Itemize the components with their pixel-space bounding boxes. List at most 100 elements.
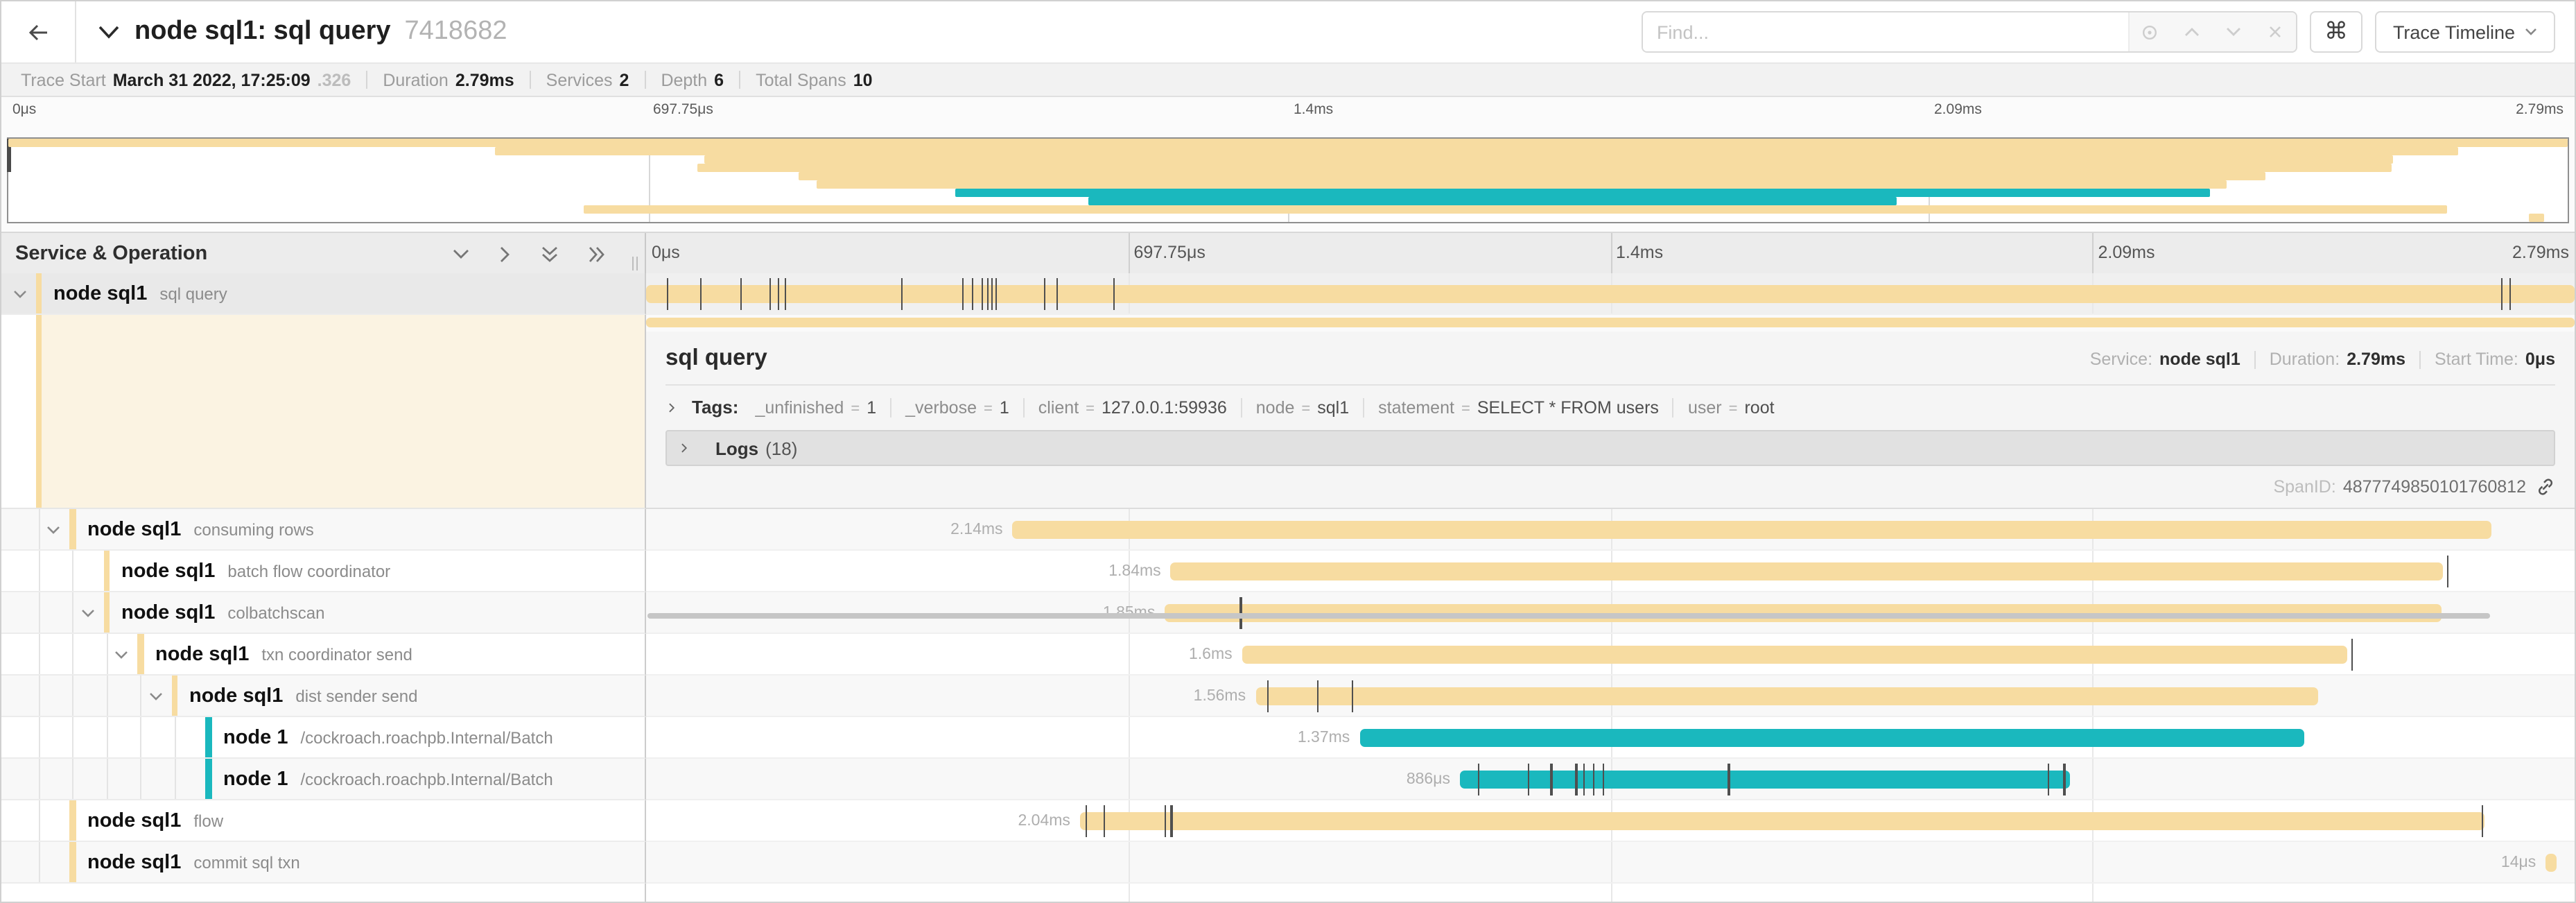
overview-canvas[interactable] <box>7 137 2569 223</box>
log-marker[interactable] <box>769 277 771 309</box>
log-marker[interactable] <box>700 277 702 309</box>
span-name-cell[interactable]: node sql1consuming rows <box>1 509 646 551</box>
span-row[interactable]: node sql1flow2.04ms <box>1 800 2575 842</box>
chevron-down-icon[interactable] <box>97 24 121 40</box>
span-row[interactable]: node sql1commit sql txn14μs <box>1 842 2575 884</box>
log-marker[interactable] <box>1171 805 1172 836</box>
locate-icon[interactable] <box>2130 12 2171 51</box>
span-bar[interactable] <box>646 284 2575 302</box>
log-marker[interactable] <box>962 277 964 309</box>
log-marker[interactable] <box>1103 805 1104 836</box>
span-bar[interactable] <box>1255 687 2318 705</box>
span-bar-cell[interactable]: 1.37ms <box>646 717 2575 759</box>
span-row[interactable]: node sql1txn coordinator send1.6ms <box>1 634 2575 676</box>
log-marker[interactable] <box>2351 638 2352 670</box>
log-marker[interactable] <box>1113 277 1114 309</box>
collapse-chevron-icon[interactable] <box>114 648 129 660</box>
log-marker[interactable] <box>1603 763 1604 795</box>
back-button[interactable] <box>1 1 76 62</box>
log-marker[interactable] <box>972 277 973 309</box>
log-marker[interactable] <box>995 277 997 309</box>
tag-item[interactable]: statement=SELECT * FROM users <box>1378 397 1659 417</box>
log-marker[interactable] <box>777 277 778 309</box>
span-bar[interactable] <box>1080 811 2484 829</box>
span-bar-cell[interactable]: 2.14ms <box>646 509 2575 551</box>
span-name-cell[interactable]: node sql1batch flow coordinator <box>1 551 646 592</box>
tag-item[interactable]: _unfinished=1 <box>755 397 876 417</box>
log-marker[interactable] <box>1728 763 1730 795</box>
tags-accordion[interactable]: Tags:_unfinished=1_verbose=1client=127.0… <box>665 397 2555 418</box>
span-row[interactable]: node 1/cockroach.roachpb.Internal/Batch8… <box>1 759 2575 800</box>
column-resizer-grip[interactable] <box>632 257 638 270</box>
span-bar[interactable] <box>1242 645 2347 663</box>
copy-link-icon[interactable] <box>2536 477 2555 497</box>
collapse-all-icon[interactable] <box>541 245 559 263</box>
span-row[interactable]: node sql1sql query <box>1 273 2575 315</box>
log-marker[interactable] <box>1240 596 1242 628</box>
expand-one-icon[interactable] <box>499 245 512 263</box>
span-row[interactable]: node sql1dist sender send1.56ms <box>1 676 2575 717</box>
span-bar[interactable] <box>1359 728 2304 746</box>
span-row[interactable]: node sql1batch flow coordinator1.84ms <box>1 551 2575 592</box>
log-marker[interactable] <box>1576 763 1577 795</box>
span-name-cell[interactable]: node sql1colbatchscan <box>1 592 646 634</box>
tag-item[interactable]: _verbose=1 <box>905 397 1009 417</box>
collapse-chevron-icon[interactable] <box>148 690 163 701</box>
span-name-cell[interactable]: node sql1sql query <box>1 273 646 315</box>
span-bar-cell[interactable]: 886μs <box>646 759 2575 800</box>
log-marker[interactable] <box>900 277 902 309</box>
view-selector-button[interactable]: Trace Timeline <box>2375 11 2555 53</box>
log-marker[interactable] <box>1317 680 1319 712</box>
log-marker[interactable] <box>982 277 983 309</box>
keyboard-shortcuts-button[interactable]: ⌘ <box>2310 11 2362 53</box>
span-bar[interactable] <box>2545 853 2557 871</box>
span-name-cell[interactable]: node sql1txn coordinator send <box>1 634 646 676</box>
log-marker[interactable] <box>1043 277 1045 309</box>
span-row[interactable]: node 1/cockroach.roachpb.Internal/Batch1… <box>1 717 2575 759</box>
horizontal-scrollbar[interactable] <box>647 613 2490 619</box>
log-marker[interactable] <box>1583 763 1585 795</box>
search-input[interactable] <box>1643 12 2128 51</box>
log-marker[interactable] <box>2064 763 2065 795</box>
span-name-cell[interactable]: node sql1dist sender send <box>1 676 646 717</box>
log-marker[interactable] <box>1057 277 1059 309</box>
next-match-button[interactable] <box>2213 12 2254 51</box>
log-marker[interactable] <box>2509 277 2510 309</box>
span-bar-cell[interactable]: 1.84ms <box>646 551 2575 592</box>
clear-search-button[interactable] <box>2254 12 2296 51</box>
log-marker[interactable] <box>1551 763 1552 795</box>
log-marker[interactable] <box>1165 805 1166 836</box>
log-marker[interactable] <box>1086 805 1087 836</box>
log-marker[interactable] <box>2447 555 2448 587</box>
collapse-chevron-icon[interactable] <box>46 524 61 535</box>
span-bar-cell[interactable]: 1.56ms <box>646 676 2575 717</box>
trace-title-group[interactable]: node sql1: sql query 7418682 <box>97 17 507 47</box>
prev-match-button[interactable] <box>2171 12 2213 51</box>
collapse-chevron-icon[interactable] <box>12 288 27 299</box>
log-marker[interactable] <box>991 277 993 309</box>
span-name-cell[interactable]: node sql1flow <box>1 800 646 842</box>
log-marker[interactable] <box>2501 277 2503 309</box>
log-marker[interactable] <box>1477 763 1479 795</box>
tag-item[interactable]: client=127.0.0.1:59936 <box>1038 397 1227 417</box>
span-bar-cell[interactable]: 1.6ms <box>646 634 2575 676</box>
span-bar-cell[interactable] <box>646 273 2575 315</box>
span-bar[interactable] <box>1013 520 2492 538</box>
tag-item[interactable]: user=root <box>1688 397 1775 417</box>
span-name-cell[interactable]: node 1/cockroach.roachpb.Internal/Batch <box>1 759 646 800</box>
logs-accordion[interactable]: Logs(18) <box>665 430 2555 466</box>
span-name-cell[interactable]: node 1/cockroach.roachpb.Internal/Batch <box>1 717 646 759</box>
log-marker[interactable] <box>987 277 989 309</box>
log-marker[interactable] <box>785 277 786 309</box>
span-row[interactable]: node sql1consuming rows2.14ms <box>1 509 2575 551</box>
span-name-cell[interactable]: node sql1commit sql txn <box>1 842 646 884</box>
span-bar[interactable] <box>1165 603 2442 621</box>
log-marker[interactable] <box>2048 763 2050 795</box>
span-bar[interactable] <box>1171 562 2444 580</box>
span-bar-cell[interactable]: 14μs <box>646 842 2575 884</box>
log-marker[interactable] <box>2482 805 2483 836</box>
span-bar-cell[interactable]: 2.04ms <box>646 800 2575 842</box>
log-marker[interactable] <box>668 277 669 309</box>
detail-span-bar[interactable] <box>646 318 2575 327</box>
log-marker[interactable] <box>1267 680 1269 712</box>
